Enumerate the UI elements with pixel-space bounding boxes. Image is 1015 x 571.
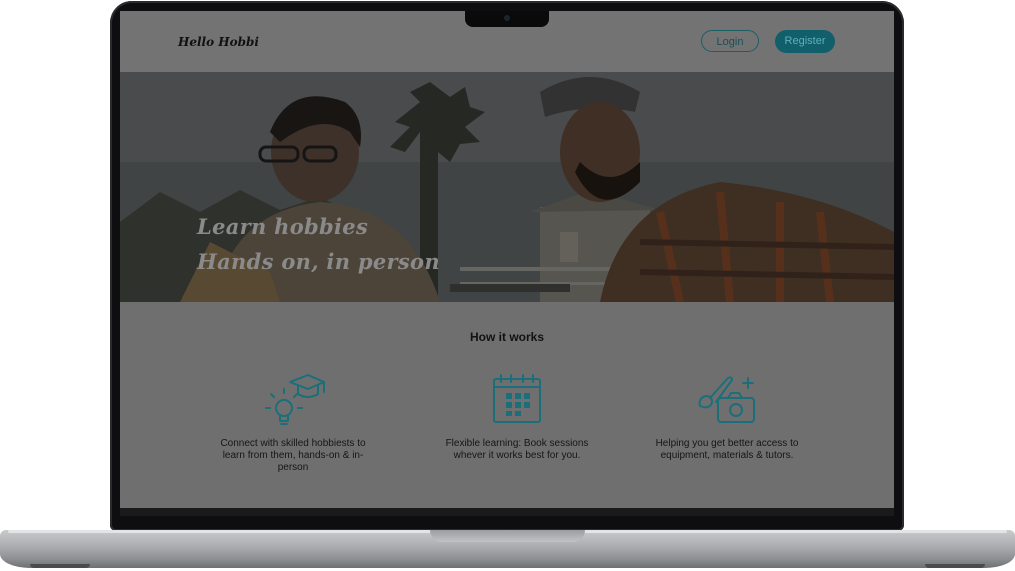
hero-headline: Learn hobbies Hands on, in person bbox=[197, 209, 440, 279]
graduation-cap-lightbulb-icon bbox=[265, 374, 325, 425]
feature-text: Flexible learning: Book sessions whever … bbox=[445, 438, 589, 461]
hero-banner: Learn hobbies Hands on, in person bbox=[120, 72, 894, 302]
lid-opening-notch bbox=[430, 530, 585, 542]
feature-card: Connect with skilled hobbiests to learn … bbox=[218, 372, 368, 474]
feature-card: Flexible learning: Book sessions whever … bbox=[442, 372, 592, 462]
laptop-base bbox=[0, 530, 1015, 568]
section-title: How it works bbox=[469, 330, 544, 344]
feature-text: Helping you get better access to equipme… bbox=[655, 438, 799, 461]
how-it-works-section: How it works Connect with skilled hobbie… bbox=[120, 302, 894, 508]
laptop-foot-right bbox=[925, 564, 985, 568]
calendar-icon bbox=[493, 374, 541, 423]
laptop-mockup: Hello Hobbi Login Register Learn hobbies… bbox=[0, 0, 1015, 571]
site-logo[interactable]: Hello Hobbi bbox=[178, 35, 259, 49]
hero-line-1: Learn hobbies bbox=[197, 214, 369, 239]
hero-line-2: Hands on, in person bbox=[197, 249, 440, 274]
camera-notch bbox=[465, 11, 549, 27]
laptop-screen: Hello Hobbi Login Register Learn hobbies… bbox=[120, 11, 894, 508]
paintbrush-camera-icon bbox=[698, 376, 755, 423]
register-button[interactable]: Register bbox=[775, 30, 835, 53]
feature-card: Helping you get better access to equipme… bbox=[652, 372, 802, 462]
feature-text: Connect with skilled hobbiests to learn … bbox=[220, 438, 366, 473]
laptop-foot-left bbox=[30, 564, 90, 568]
screen-chin bbox=[120, 508, 894, 516]
webcam-icon bbox=[504, 15, 510, 21]
login-button[interactable]: Login bbox=[701, 30, 759, 52]
